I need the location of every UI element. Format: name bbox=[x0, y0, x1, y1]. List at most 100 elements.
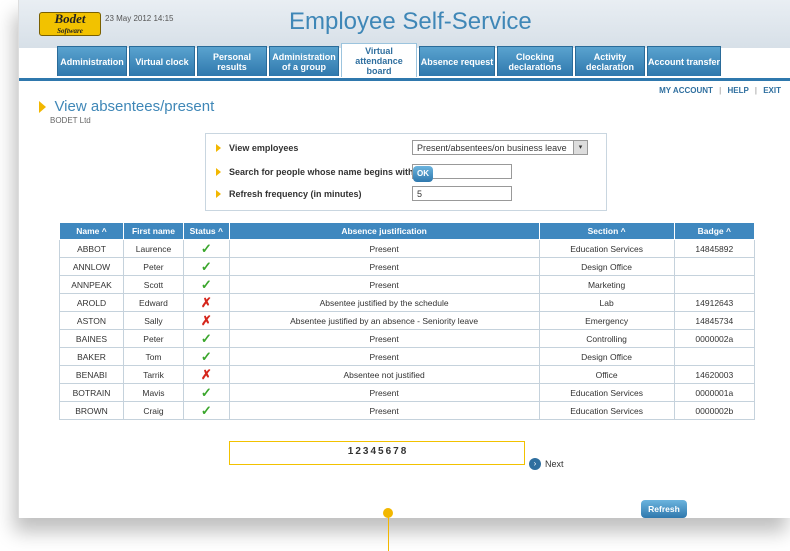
pagination: 12345678 bbox=[229, 441, 525, 465]
logo-text: Bodet bbox=[54, 11, 86, 26]
table-row[interactable]: ANNPEAK Scott ✓ Present Marketing bbox=[59, 275, 756, 294]
page-link[interactable]: 2 bbox=[355, 446, 361, 457]
col-badge-header[interactable]: Badge ^ bbox=[673, 222, 756, 240]
tab-account-transfer[interactable]: Account transfer bbox=[647, 46, 721, 76]
table-row[interactable]: ASTON Sally ✗ Absentee justified by an abse… bbox=[59, 311, 756, 330]
my-account-link[interactable]: MY ACCOUNT bbox=[659, 86, 713, 95]
link-separator: | bbox=[719, 86, 722, 95]
table-body: ABBOT Laurence ✓ Present Education Services 1… bbox=[59, 239, 756, 420]
help-link[interactable]: HELP bbox=[727, 86, 748, 95]
absent-cross-icon: ✗ bbox=[182, 311, 230, 330]
filter-row-refresh: Refresh frequency (in minutes) bbox=[216, 186, 362, 202]
badge-cell: 14845734 bbox=[673, 311, 756, 330]
table-row[interactable]: AROLD Edward ✗ Absentee justified by the sc… bbox=[59, 293, 756, 312]
chevron-right-icon bbox=[216, 190, 221, 198]
present-check-icon: ✓ bbox=[182, 347, 230, 366]
absent-cross-icon: ✗ bbox=[182, 293, 230, 312]
chevron-right-icon bbox=[216, 168, 221, 176]
present-check-icon: ✓ bbox=[182, 383, 230, 402]
table-row[interactable]: BROWN Craig ✓ Present Education Services 0000… bbox=[59, 401, 756, 420]
tab-absence-request[interactable]: Absence request bbox=[419, 46, 495, 76]
badge-cell bbox=[673, 257, 756, 276]
page-link[interactable]: 6 bbox=[386, 446, 392, 457]
badge-cell: 14620003 bbox=[673, 365, 756, 384]
first-name-cell: Peter bbox=[123, 329, 184, 348]
filter-row-view: View employees bbox=[216, 140, 298, 156]
table-row[interactable]: BENABI Tarrik ✗ Absentee not justified Offic… bbox=[59, 365, 756, 384]
link-separator: | bbox=[754, 86, 757, 95]
first-name-cell: Sally bbox=[123, 311, 184, 330]
section-cell: Controlling bbox=[538, 329, 675, 348]
tab-administration[interactable]: Administration bbox=[57, 46, 127, 76]
section-cell: Education Services bbox=[538, 401, 675, 420]
table-header-row: Name ^ First name Status ^ Absence justi… bbox=[59, 222, 756, 240]
table-row[interactable]: ABBOT Laurence ✓ Present Education Services 1… bbox=[59, 239, 756, 258]
section-cell: Marketing bbox=[538, 275, 675, 294]
bodet-logo: Bodet Software bbox=[39, 12, 101, 36]
next-link[interactable]: Next bbox=[545, 459, 564, 469]
table-row[interactable]: ANNLOW Peter ✓ Present Design Office bbox=[59, 257, 756, 276]
badge-cell: 0000001a bbox=[673, 383, 756, 402]
justification-cell: Absentee justified by the schedule bbox=[228, 293, 540, 312]
exit-link[interactable]: EXIT bbox=[763, 86, 781, 95]
present-check-icon: ✓ bbox=[182, 239, 230, 258]
section-cell: Education Services bbox=[538, 383, 675, 402]
refresh-frequency-input[interactable]: 5 bbox=[412, 186, 512, 201]
app-title: Employee Self-Service bbox=[289, 8, 532, 35]
tab-administration-of-group[interactable]: Administration of a group bbox=[269, 46, 339, 76]
justification-cell: Absentee justified by an absence - Senio… bbox=[228, 311, 540, 330]
justification-cell: Absentee not justified bbox=[228, 365, 540, 384]
present-check-icon: ✓ bbox=[182, 329, 230, 348]
tab-personal-results[interactable]: Personal results bbox=[197, 46, 267, 76]
attendance-table: Name ^ First name Status ^ Absence justi… bbox=[59, 222, 756, 420]
name-cell: BAINES bbox=[59, 329, 124, 348]
view-employees-select[interactable]: Present/absentees/on business leave ▾ bbox=[412, 140, 588, 155]
justification-cell: Present bbox=[228, 257, 540, 276]
user-links: MY ACCOUNT | HELP | EXIT bbox=[659, 86, 781, 95]
app-window: Bodet Software 23 May 2012 14:15 Employe… bbox=[18, 0, 790, 518]
first-name-cell: Mavis bbox=[123, 383, 184, 402]
tab-virtual-clock[interactable]: Virtual clock bbox=[129, 46, 195, 76]
page-title: View absentees/present bbox=[54, 98, 215, 116]
col-first-name-header: First name bbox=[123, 222, 184, 240]
search-label: Search for people whose name begins with bbox=[229, 167, 414, 177]
justification-cell: Present bbox=[228, 329, 540, 348]
name-cell: BENABI bbox=[59, 365, 124, 384]
first-name-cell: Edward bbox=[123, 293, 184, 312]
table-row[interactable]: BOTRAIN Mavis ✓ Present Education Services 00… bbox=[59, 383, 756, 402]
col-status-header[interactable]: Status ^ bbox=[182, 222, 230, 240]
page-link[interactable]: 1 bbox=[348, 446, 354, 457]
chevron-down-icon[interactable]: ▾ bbox=[573, 141, 587, 154]
col-name-header[interactable]: Name ^ bbox=[59, 222, 124, 240]
first-name-cell: Tarrik bbox=[123, 365, 184, 384]
refresh-button[interactable]: Refresh bbox=[641, 500, 687, 518]
table-row[interactable]: BAINES Peter ✓ Present Controlling 0000002a bbox=[59, 329, 756, 348]
ok-button[interactable]: OK bbox=[413, 166, 433, 182]
view-employees-label: View employees bbox=[229, 143, 299, 153]
filter-row-search: Search for people whose name begins with bbox=[216, 164, 414, 180]
col-justification-header: Absence justification bbox=[228, 222, 540, 240]
tab-underline bbox=[19, 78, 790, 81]
name-cell: BOTRAIN bbox=[59, 383, 124, 402]
page-link[interactable]: 3 bbox=[363, 446, 369, 457]
tab-virtual-attendance-board[interactable]: Virtual attendance board bbox=[341, 43, 417, 77]
page-link[interactable]: 7 bbox=[393, 446, 399, 457]
first-name-cell: Peter bbox=[123, 257, 184, 276]
chevron-right-icon bbox=[216, 144, 221, 152]
section-cell: Lab bbox=[538, 293, 675, 312]
justification-cell: Present bbox=[228, 347, 540, 366]
page-link[interactable]: 8 bbox=[401, 446, 407, 457]
chevron-right-icon bbox=[39, 100, 46, 113]
col-section-header[interactable]: Section ^ bbox=[538, 222, 675, 240]
section-cell: Emergency bbox=[538, 311, 675, 330]
tab-activity-declaration[interactable]: Activity declaration bbox=[575, 46, 645, 76]
next-arrow-icon[interactable]: › bbox=[529, 458, 541, 470]
badge-cell: 0000002a bbox=[673, 329, 756, 348]
name-cell: BAKER bbox=[59, 347, 124, 366]
tab-clocking-declarations[interactable]: Clocking declarations bbox=[497, 46, 573, 76]
pin-line bbox=[388, 516, 389, 551]
table-row[interactable]: BAKER Tom ✓ Present Design Office bbox=[59, 347, 756, 366]
page-link[interactable]: 4 bbox=[370, 446, 376, 457]
page-link[interactable]: 5 bbox=[378, 446, 384, 457]
top-bar: Bodet Software 23 May 2012 14:15 Employe… bbox=[19, 0, 790, 48]
